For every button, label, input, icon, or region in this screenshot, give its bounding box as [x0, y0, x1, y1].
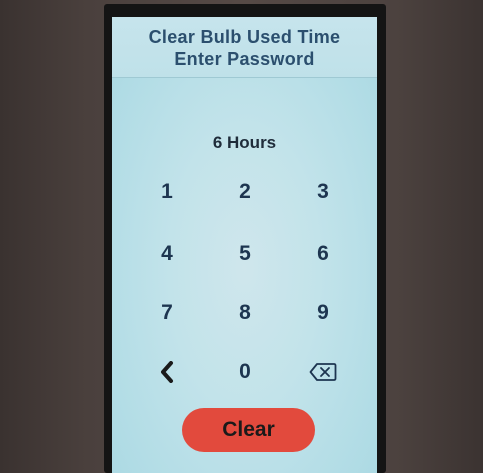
key-1[interactable]: 1	[137, 172, 197, 212]
backspace-button[interactable]	[293, 352, 353, 392]
key-3[interactable]: 3	[293, 172, 353, 212]
touch-screen: Clear Bulb Used Time Enter Password 6 Ho…	[112, 17, 377, 473]
key-5[interactable]: 5	[215, 234, 275, 274]
key-0[interactable]: 0	[215, 352, 275, 392]
screen-subtitle: Enter Password	[174, 49, 315, 69]
key-7[interactable]: 7	[137, 293, 197, 333]
key-9[interactable]: 9	[293, 293, 353, 333]
screen-title: Clear Bulb Used Time	[148, 27, 341, 47]
hours-readout: 6 Hours	[212, 133, 277, 152]
backspace-icon	[309, 360, 337, 383]
back-button[interactable]	[137, 352, 197, 392]
clear-button[interactable]: Clear	[182, 408, 315, 452]
key-6[interactable]: 6	[293, 234, 353, 274]
key-4[interactable]: 4	[137, 234, 197, 274]
screen-header: Clear Bulb Used Time Enter Password	[112, 17, 377, 78]
chevron-left-icon	[159, 360, 175, 384]
key-8[interactable]: 8	[215, 293, 275, 333]
key-2[interactable]: 2	[215, 172, 275, 212]
